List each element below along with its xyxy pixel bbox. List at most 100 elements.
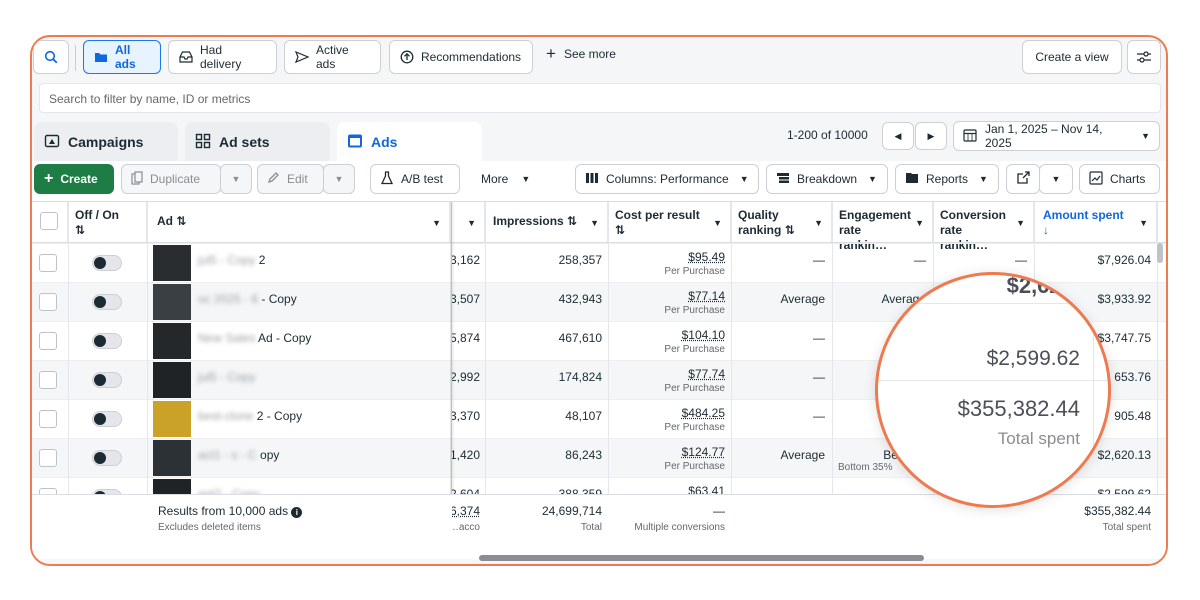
engagement-ranking-header[interactable]: Engagement rate rankin… ▼ [832,202,933,252]
toggle-knob [94,413,106,425]
magnified-previous-value: $2,620. [1006,273,1080,298]
quality-ranking-value: — [813,253,825,267]
quality-ranking-label: Quality ranking [738,208,782,237]
ad-name[interactable]: best-clone 2 - Copy [198,409,302,423]
cost-per-result-value[interactable]: $77.14 [608,289,725,303]
row-checkbox[interactable] [39,410,57,428]
edit-menu-button[interactable]: ▼ [323,164,355,194]
filter-active-ads[interactable]: Active ads [284,40,381,74]
chevron-down-icon[interactable]: ▼ [915,216,924,231]
impressions-value: 86,243 [565,448,602,462]
ad-icon [347,133,363,152]
ad-thumbnail [153,362,191,398]
columns-button[interactable]: Columns: Performance ▼ [575,164,759,194]
chevron-down-icon[interactable]: ▼ [1016,216,1025,231]
duplicate-menu-button[interactable]: ▼ [220,164,252,194]
tab-ad-sets[interactable]: Ad sets [185,122,330,162]
chevron-down-icon[interactable]: ▼ [590,216,599,231]
ad-name[interactable]: New Sales Ad - Copy [198,331,311,345]
results-total-partial: 6,374 [452,504,480,518]
filter-recommendations[interactable]: Recommendations [389,40,533,74]
impressions-total-label: Total [580,522,602,533]
ad-name-redacted: jul5 - Copy [198,370,256,384]
ad-name[interactable]: jul5 - Copy [198,370,255,384]
ad-name-header[interactable]: Ad ⇅ ▼ [147,202,450,242]
delivery-toggle[interactable] [92,255,122,271]
delivery-toggle[interactable] [92,411,122,427]
ad-name-suffix: 2 - Copy [256,409,303,423]
toggle-knob [94,452,106,464]
cost-per-result-unit: Per Purchase [664,344,725,355]
ad-name[interactable]: oc 2025 - 6 - Copy [198,292,297,306]
off-on-header[interactable]: Off / On ⇅ [68,202,147,242]
impressions-header[interactable]: Impressions ⇅ ▼ [485,202,608,242]
duplicate-button[interactable]: Duplicate [121,164,221,194]
create-view-button[interactable]: Create a view [1022,40,1122,74]
delivery-toggle[interactable] [92,294,122,310]
chevron-down-icon: ▼ [1141,131,1150,141]
horizontal-scrollbar[interactable] [479,555,924,561]
delivery-toggle[interactable] [92,450,122,466]
row-checkbox[interactable] [39,332,57,350]
row-checkbox[interactable] [39,449,57,467]
chevron-down-icon[interactable]: ▼ [432,216,441,231]
cost-per-result-value[interactable]: $95.49 [608,250,725,264]
chevron-down-icon: ▼ [868,174,877,184]
tab-campaigns[interactable]: Campaigns [34,122,178,162]
delivery-toggle[interactable] [92,372,122,388]
results-value-partial: 3,162 [452,253,480,267]
off-on-label: Off / On [75,208,119,222]
search-button[interactable] [33,40,69,74]
charts-button[interactable]: Charts [1079,164,1160,194]
see-more-button[interactable]: + See more [546,45,616,62]
cost-per-result-value[interactable]: $484.25 [608,406,725,420]
amount-spent-value: $7,926.04 [1097,253,1151,267]
ad-name[interactable]: jul5 - Copy 2 [198,253,265,267]
ad-name[interactable]: act1 - s - C opy [198,448,279,462]
amount-spent-header[interactable]: Amount spent ↓ ▼ [1034,202,1157,242]
select-all-checkbox[interactable] [40,212,58,230]
filter-divider [75,45,76,71]
cost-per-result-value[interactable]: $104.10 [608,328,725,342]
filter-had-delivery-label: Had delivery [200,43,242,71]
info-icon[interactable]: i [291,507,303,518]
create-button[interactable]: + Create [34,164,114,194]
edit-label: Edit [287,172,308,186]
date-range-picker[interactable]: Jan 1, 2025 – Nov 14, 2025 ▼ [953,121,1160,151]
export-button[interactable] [1006,164,1040,194]
results-header-partial[interactable]: ▼ [452,202,485,242]
settings-button[interactable] [1127,40,1161,74]
chevron-down-icon[interactable]: ▼ [814,216,823,231]
quality-ranking-value: — [813,331,825,345]
conversion-ranking-header[interactable]: Conversion rate rankin… ▼ [933,202,1034,252]
chevron-down-icon[interactable]: ▼ [467,216,476,231]
search-input[interactable]: Search to filter by name, ID or metrics [39,83,1161,113]
tab-ads[interactable]: Ads [337,122,482,162]
quality-ranking-header[interactable]: Quality ranking ⇅ ▼ [731,202,832,242]
row-checkbox[interactable] [39,293,57,311]
delivery-toggle[interactable] [92,333,122,349]
edit-button[interactable]: Edit [257,164,324,194]
export-menu-button[interactable]: ▼ [1039,164,1073,194]
ad-name-redacted: oc 2025 - 6 [198,292,259,306]
ad-name-suffix: Ad - Copy [258,331,312,345]
ab-test-button[interactable]: A/B test [370,164,460,194]
row-checkbox[interactable] [39,371,57,389]
ad-thumbnail [153,245,191,281]
breakdown-button[interactable]: Breakdown ▼ [766,164,888,194]
cost-per-result-value[interactable]: $124.77 [608,445,725,459]
chevron-down-icon[interactable]: ▼ [1139,216,1148,231]
prev-page-button[interactable]: ◀ [882,122,914,150]
cost-per-result-header[interactable]: Cost per result ⇅ ▼ [608,202,731,242]
reports-button[interactable]: Reports ▼ [895,164,999,194]
filter-all-ads[interactable]: All ads [83,40,161,74]
filter-had-delivery[interactable]: Had delivery [168,40,277,74]
chevron-down-icon: ▼ [521,174,531,184]
next-page-button[interactable]: ▶ [915,122,947,150]
cost-per-result-value[interactable]: $77.74 [608,367,725,381]
chevron-down-icon[interactable]: ▼ [713,216,722,231]
more-button[interactable]: More ▼ [472,164,544,194]
vertical-scrollbar[interactable] [1157,243,1163,263]
row-checkbox[interactable] [39,254,57,272]
ad-name-suffix: 2 [258,253,266,267]
